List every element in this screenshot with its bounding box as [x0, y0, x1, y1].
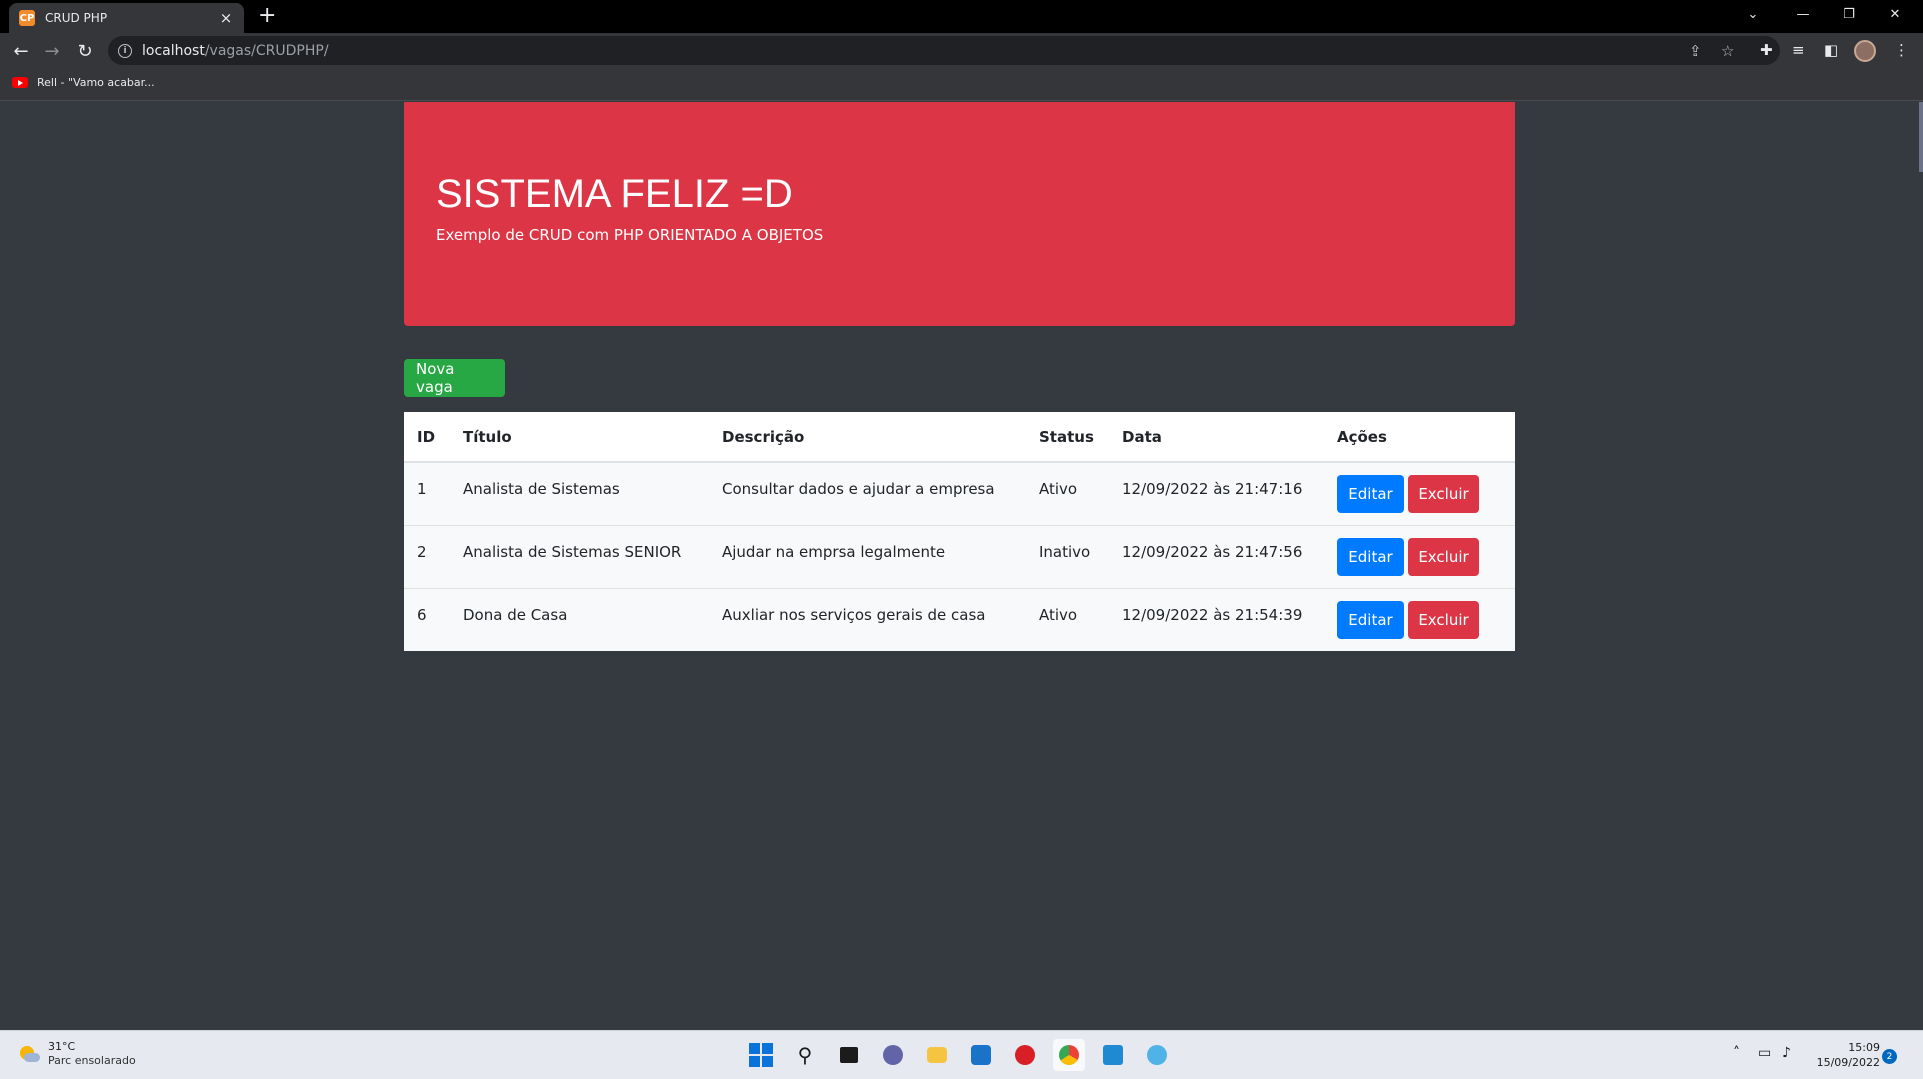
vagas-table: ID Título Descrição Status Data Ações 1 … [404, 412, 1515, 651]
table-row: 2 Analista de Sistemas SENIOR Ajudar na … [404, 524, 1515, 588]
system-clock[interactable]: 15:09 15/09/2022 [1810, 1040, 1880, 1070]
new-vaga-button[interactable]: Nova vaga [404, 359, 505, 397]
weather-widget[interactable]: 31°C Parc ensolarado [18, 1040, 136, 1068]
delete-button[interactable]: Excluir [1408, 474, 1479, 513]
minimize-icon[interactable]: — [1780, 0, 1826, 28]
cell-data: 12/09/2022 às 21:47:16 [1109, 461, 1324, 525]
profile-avatar[interactable] [1854, 40, 1876, 62]
close-tab-icon[interactable]: × [218, 9, 234, 27]
task-view-icon[interactable] [833, 1039, 865, 1071]
xampp-favicon-icon: CP [19, 10, 35, 26]
url-host: localhost [142, 42, 205, 59]
header-descricao: Descrição [709, 412, 1026, 463]
forward-icon[interactable]: → [40, 39, 64, 63]
table-row: 1 Analista de Sistemas Consultar dados e… [404, 461, 1515, 525]
weather-temperature: 31°C [48, 1040, 76, 1053]
cell-data: 12/09/2022 às 21:54:39 [1109, 587, 1324, 651]
cell-descricao: Consultar dados e ajudar a empresa [709, 461, 1026, 525]
clock-date: 15/09/2022 [1816, 1056, 1880, 1069]
search-icon[interactable]: ⚲ [789, 1039, 821, 1071]
edit-button[interactable]: Editar [1337, 537, 1404, 576]
notification-badge[interactable]: 2 [1882, 1049, 1897, 1064]
cell-acoes: Editar Excluir [1324, 461, 1515, 525]
cell-id: 6 [404, 587, 450, 651]
edit-button[interactable]: Editar [1337, 474, 1404, 513]
start-icon[interactable] [745, 1039, 777, 1071]
reload-icon[interactable]: ↻ [73, 39, 97, 63]
delete-button[interactable]: Excluir [1408, 537, 1479, 576]
cell-id: 1 [404, 461, 450, 525]
network-icon[interactable]: ▭ [1758, 1045, 1771, 1061]
teams-chat-icon[interactable] [877, 1039, 909, 1071]
delete-button[interactable]: Excluir [1408, 600, 1479, 639]
new-tab-icon[interactable]: + [258, 4, 276, 28]
cell-data: 12/09/2022 às 21:47:56 [1109, 524, 1324, 588]
tab-title: CRUD PHP [45, 11, 108, 25]
cell-titulo: Analista de Sistemas [450, 461, 709, 525]
address-bar[interactable]: i localhost /vagas/CRUDPHP/ ⇪ ☆ [108, 36, 1780, 65]
partly-sunny-icon [18, 1046, 40, 1062]
scrollbar-thumb[interactable] [1919, 102, 1923, 172]
cell-id: 2 [404, 524, 450, 588]
bookmark-label: Rell - "Vamo acabar... [37, 76, 155, 89]
cell-descricao: Ajudar na emprsa legalmente [709, 524, 1026, 588]
bookmark-star-icon[interactable]: ☆ [1721, 42, 1734, 60]
bookmark-item[interactable]: Rell - "Vamo acabar... [12, 76, 155, 89]
weather-description: Parc ensolarado [48, 1054, 136, 1067]
header-status: Status [1026, 412, 1109, 463]
microsoft-store-icon[interactable] [965, 1039, 997, 1071]
volume-icon[interactable]: ♪ [1782, 1045, 1791, 1061]
page-subtitle: Exemplo de CRUD com PHP ORIENTADO A OBJE… [436, 226, 824, 244]
browser-toolbar: ← → ↻ i localhost /vagas/CRUDPHP/ ⇪ ☆ ✚ … [0, 33, 1923, 68]
share-icon[interactable]: ⇪ [1689, 42, 1702, 60]
cell-status: Inativo [1026, 524, 1109, 588]
reading-list-icon[interactable]: ≡ [1792, 41, 1805, 59]
header-acoes: Ações [1324, 412, 1515, 463]
header-banner: SISTEMA FELIZ =D Exemplo de CRUD com PHP… [404, 102, 1515, 326]
file-explorer-icon[interactable] [921, 1039, 953, 1071]
edit-button[interactable]: Editar [1337, 600, 1404, 639]
header-data: Data [1109, 412, 1324, 463]
clock-time: 15:09 [1848, 1041, 1880, 1054]
restore-icon[interactable]: ❐ [1826, 0, 1872, 28]
cell-status: Ativo [1026, 587, 1109, 651]
vscode-icon[interactable] [1097, 1039, 1129, 1071]
cell-acoes: Editar Excluir [1324, 524, 1515, 588]
side-panel-icon[interactable]: ◧ [1824, 41, 1838, 59]
browser-tab-strip: CP CRUD PHP × + ⌄ — ❐ ✕ [0, 0, 1923, 33]
cell-descricao: Auxliar nos serviços gerais de casa [709, 587, 1026, 651]
bookmarks-bar: Rell - "Vamo acabar... [0, 68, 1923, 101]
extensions-icon[interactable]: ✚ [1760, 41, 1773, 59]
close-window-icon[interactable]: ✕ [1872, 0, 1918, 28]
cell-acoes: Editar Excluir [1324, 587, 1515, 651]
page-content: SISTEMA FELIZ =D Exemplo de CRUD com PHP… [0, 102, 1923, 1030]
url-path: /vagas/CRUDPHP/ [204, 42, 329, 59]
page-title: SISTEMA FELIZ =D [436, 172, 793, 216]
xampp-globe-icon[interactable] [1141, 1039, 1173, 1071]
table-header-row: ID Título Descrição Status Data Ações [404, 412, 1515, 463]
header-id: ID [404, 412, 450, 463]
browser-tab[interactable]: CP CRUD PHP × [9, 3, 244, 33]
site-info-icon[interactable]: i [118, 43, 132, 58]
menu-icon[interactable]: ⋮ [1894, 41, 1909, 59]
show-hidden-icons-icon[interactable]: ˄ [1733, 1045, 1740, 1061]
cell-titulo: Analista de Sistemas SENIOR [450, 524, 709, 588]
cell-titulo: Dona de Casa [450, 587, 709, 651]
app-red-icon[interactable] [1009, 1039, 1041, 1071]
back-icon[interactable]: ← [9, 39, 33, 63]
cell-status: Ativo [1026, 461, 1109, 525]
tab-search-icon[interactable]: ⌄ [1730, 0, 1776, 28]
table-row: 6 Dona de Casa Auxliar nos serviços gera… [404, 587, 1515, 651]
header-titulo: Título [450, 412, 709, 463]
youtube-icon [12, 77, 28, 88]
windows-taskbar: 31°C Parc ensolarado ⚲ ˄ ▭ ♪ 15:09 15/09… [0, 1030, 1923, 1079]
chrome-icon[interactable] [1053, 1039, 1085, 1071]
